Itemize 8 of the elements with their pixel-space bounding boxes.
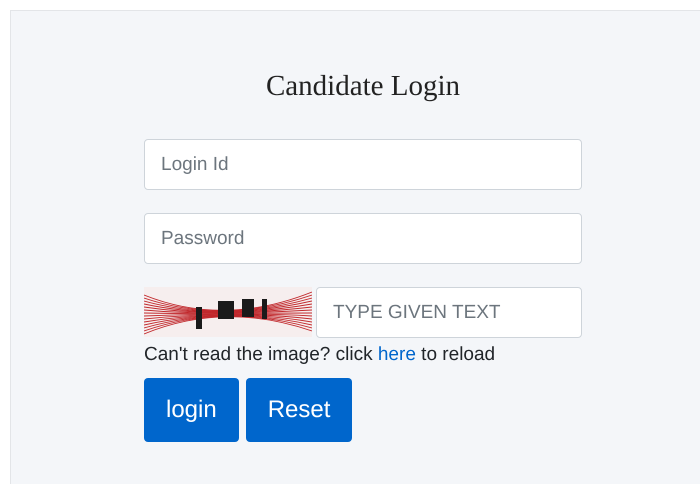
form-title: Candidate Login bbox=[264, 69, 462, 103]
login-id-field[interactable]: Login Id bbox=[144, 139, 582, 190]
captcha-field[interactable]: TYPE GIVEN TEXT bbox=[316, 287, 582, 338]
reload-link[interactable]: here bbox=[378, 344, 416, 365]
reload-note: Can't read the image? click here to reload bbox=[144, 343, 496, 367]
login-button[interactable]: login bbox=[144, 378, 239, 442]
reset-button[interactable]: Reset bbox=[246, 378, 352, 442]
password-field[interactable]: Password bbox=[144, 213, 582, 264]
